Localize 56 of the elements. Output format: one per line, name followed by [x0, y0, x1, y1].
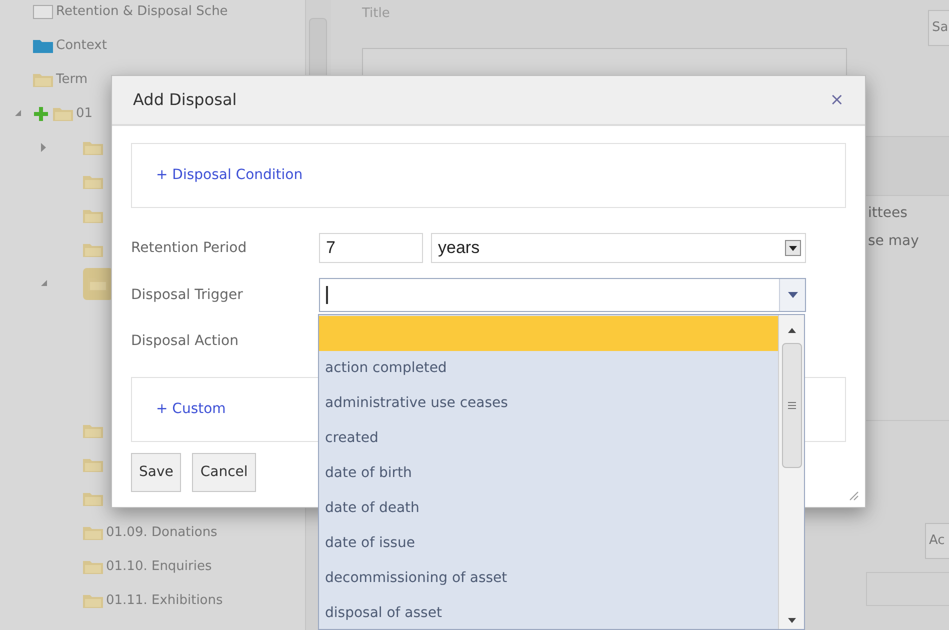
dropdown-option[interactable]: decommissioning of asset — [319, 561, 778, 596]
dropdown-option[interactable]: administrative use ceases — [319, 386, 778, 421]
toolbar-button[interactable]: Sa — [928, 10, 949, 46]
tree-item-label[interactable]: 01 — [76, 104, 93, 124]
close-button[interactable]: × — [830, 92, 844, 108]
dropdown-option[interactable]: disposal of asset — [319, 596, 778, 629]
tree-item-label[interactable]: Context — [56, 36, 107, 56]
scroll-down-icon — [788, 618, 796, 623]
folder-icon — [33, 73, 53, 87]
dropdown-option[interactable] — [319, 316, 778, 351]
field-label: Retention Period — [131, 238, 248, 258]
dialog-button[interactable]: Save — [131, 453, 182, 492]
folder-icon — [33, 39, 53, 53]
description-text: ittees — [868, 204, 908, 223]
retention-input[interactable]: 7 — [319, 233, 423, 263]
description-text: se may — [868, 232, 919, 251]
folder-icon — [83, 492, 103, 506]
folder-icon — [83, 243, 103, 257]
scrollbar-thumb[interactable] — [782, 343, 802, 468]
dropdown-option[interactable]: date of issue — [319, 526, 778, 561]
trigger-input[interactable] — [319, 278, 806, 312]
tree-item-label[interactable]: Retention & Disposal Sche — [56, 2, 228, 22]
add-button[interactable]: Ac — [925, 523, 949, 559]
custom-link[interactable]: + Custom — [156, 399, 226, 420]
folder-icon — [83, 141, 103, 155]
field-label: Title — [362, 5, 390, 23]
disposal-condition-link[interactable]: + Disposal Condition — [156, 165, 303, 186]
unit-select[interactable]: years — [431, 233, 806, 263]
grip-icon — [788, 402, 796, 409]
folder-icon — [83, 175, 103, 189]
scroll-up-icon — [788, 328, 796, 333]
field-label: Disposal Trigger — [131, 286, 244, 304]
folder-icon — [83, 526, 103, 540]
folder-icon — [83, 424, 103, 438]
tree-item-label[interactable]: Term — [56, 70, 88, 90]
tree-item-label[interactable]: 01.09. Donations — [106, 523, 218, 543]
dropdown-icon — [788, 292, 798, 298]
dropdown-option[interactable]: date of death — [319, 491, 778, 526]
page-icon — [33, 5, 53, 19]
tree-item-label[interactable]: 01.11. Exhibitions — [106, 591, 223, 611]
resize-grip-icon — [849, 491, 859, 501]
scrollbar[interactable] — [778, 315, 804, 629]
folder-icon — [83, 458, 103, 472]
tree-item-label[interactable]: 01.10. Enquiries — [106, 557, 212, 577]
field-label: Disposal Action — [131, 332, 240, 350]
dropdown-icon — [785, 240, 801, 256]
dropdown-option[interactable]: created — [319, 421, 778, 456]
dialog-title: Add Disposal — [133, 89, 237, 111]
folder-icon — [83, 209, 103, 223]
folder-icon — [53, 107, 73, 121]
dropdown-option[interactable]: date of birth — [319, 456, 778, 491]
dialog-button[interactable]: Cancel — [192, 453, 256, 492]
dropdown-option[interactable]: action completed — [319, 351, 778, 386]
selected-tree-item[interactable] — [83, 268, 113, 300]
folder-icon — [83, 560, 103, 574]
folder-icon — [83, 594, 103, 608]
